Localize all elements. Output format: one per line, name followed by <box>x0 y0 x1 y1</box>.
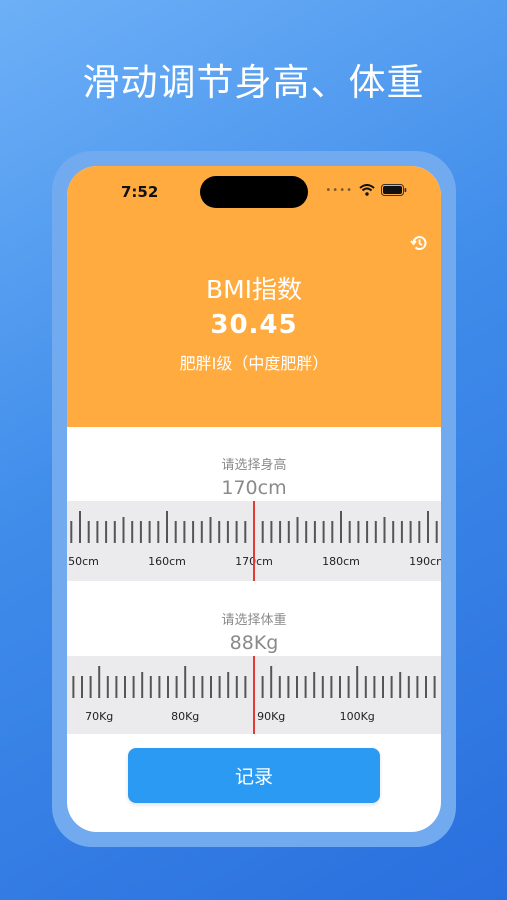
weight-ruler-tick-label: 80Kg <box>171 710 199 723</box>
weight-ruler-tick-label: 70Kg <box>85 710 113 723</box>
height-caption: 请选择身高 <box>221 458 287 473</box>
height-ruler-tick-label: 160cm <box>148 555 186 568</box>
status-time: 7:52 <box>121 183 159 201</box>
app-screen: 7:52 •••• BMI指数 30.45 肥胖I级（中度肥胖） 请选择身高 1… <box>67 166 441 832</box>
battery-icon <box>381 184 407 196</box>
height-ruler-tick-label: 180cm <box>322 555 360 568</box>
bmi-status: 肥胖I级（中度肥胖） <box>179 354 329 373</box>
weight-ruler-scale: 70Kg 80Kg 90Kg 100Kg <box>72 656 436 734</box>
height-ruler[interactable]: 150cm160cm170cm180cm190cm <box>67 501 441 581</box>
height-ruler-tick-label: 190cm <box>409 555 441 568</box>
weight-value: 88Kg <box>229 632 279 654</box>
wifi-icon <box>359 184 375 196</box>
record-button[interactable]: 记录 <box>128 748 380 803</box>
height-ruler-scale: 150cm160cm170cm180cm190cm <box>67 501 441 581</box>
history-icon[interactable] <box>409 233 429 253</box>
height-value: 170cm <box>221 477 287 499</box>
weight-caption: 请选择体重 <box>221 613 287 628</box>
bmi-header: 7:52 •••• BMI指数 30.45 肥胖I级（中度肥胖） <box>67 166 441 427</box>
signal-dots-icon: •••• <box>325 184 353 196</box>
weight-ruler-tick-label: 100Kg <box>340 710 375 723</box>
bmi-label: BMI指数 <box>205 275 303 304</box>
weight-ruler-tick-label: 90Kg <box>257 710 285 723</box>
status-icons: •••• <box>325 184 407 196</box>
weight-ruler[interactable]: 70Kg 80Kg 90Kg 100Kg <box>67 656 441 734</box>
bmi-value: 30.45 <box>210 310 298 340</box>
dynamic-island <box>200 176 308 208</box>
height-ruler-tick-label: 150cm <box>67 555 99 568</box>
promo-title: 滑动调节身高、体重 <box>82 61 425 104</box>
